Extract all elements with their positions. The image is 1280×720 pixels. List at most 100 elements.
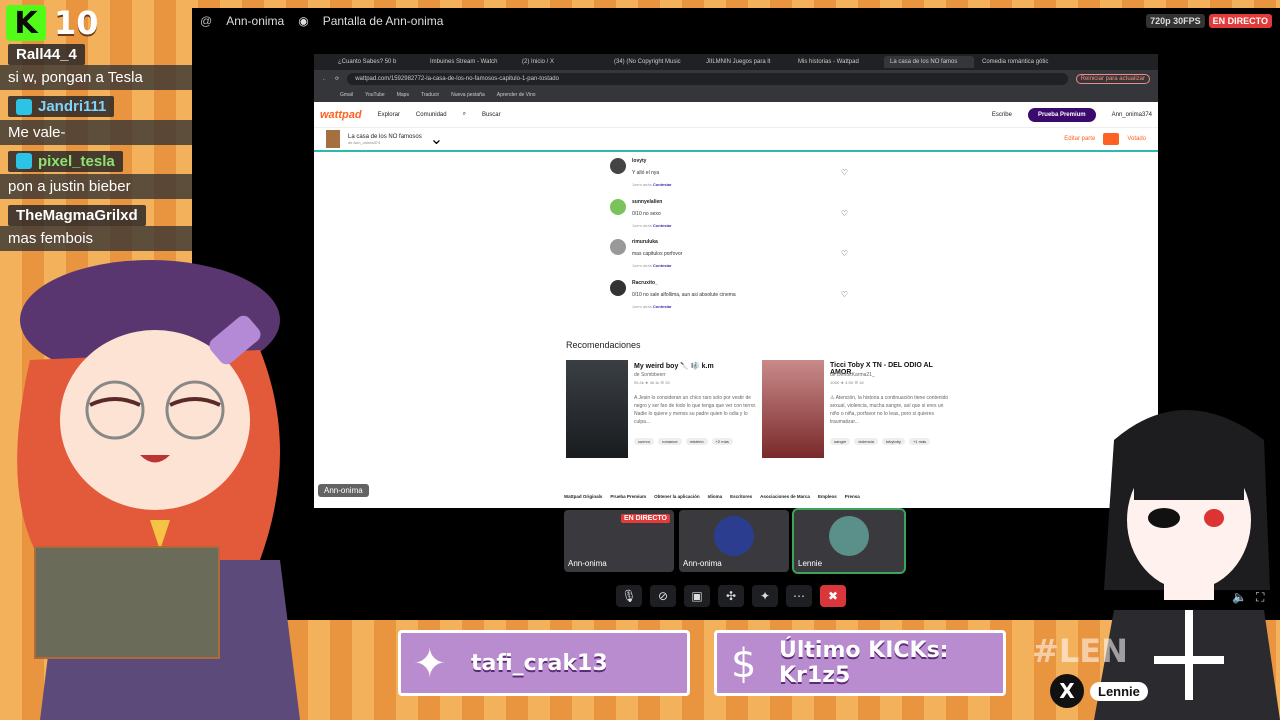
comment-text: mas capitulos porfovor — [632, 251, 683, 257]
footer-link[interactable]: Asociaciones de Marca — [760, 494, 810, 499]
avatar[interactable] — [610, 239, 626, 255]
participant-name: Ann-onima — [568, 559, 607, 568]
tag[interactable]: +1 más — [908, 438, 931, 445]
tag[interactable]: violencia — [854, 438, 878, 445]
screen-share-icon: ◉ — [298, 14, 309, 28]
edit-part-link[interactable]: Editar parte — [1064, 136, 1095, 142]
browser-tab[interactable]: ¿Cuanto Sabes? 50 b — [332, 56, 422, 68]
comment-user[interactable]: rimuruluka — [632, 239, 682, 245]
heart-icon[interactable]: ♡ — [841, 168, 848, 177]
more-icon[interactable]: ⋯ — [786, 585, 812, 607]
bookmark-item[interactable]: YouTube — [365, 92, 385, 98]
address-bar[interactable]: wattpad.com/1592982772-la-casa-de-los-no… — [347, 73, 1068, 85]
bookmark-item[interactable]: Nueva pestaña — [451, 92, 485, 98]
browser-tab[interactable]: (2) Inicio / X — [516, 56, 606, 68]
search-link[interactable]: Buscar — [482, 112, 501, 118]
footer-link[interactable]: Wattpad Originals — [564, 494, 602, 499]
recommendation-card[interactable]: Ticci Toby X TN - DEL ODIO AL AMOR de De… — [762, 360, 954, 460]
tag[interactable]: romance — [658, 438, 682, 445]
tag[interactable]: sangre — [830, 438, 851, 445]
comment-user[interactable]: sunnyelalien — [632, 199, 672, 205]
participant-tile-speaking[interactable]: Lennie — [792, 508, 906, 574]
bookmark-item[interactable]: Aprender de Vino — [497, 92, 536, 98]
comment-meta: 1sem atrás Contestar — [632, 223, 672, 228]
comment-time: 1sem atrás — [632, 263, 652, 268]
chat-user-tag: Jandri111 — [8, 96, 115, 117]
book-author[interactable]: de DetroitKarma21_ — [830, 372, 875, 378]
book-description: ⚠ Atención, la historia a continuación t… — [830, 395, 949, 425]
book-cover[interactable] — [566, 360, 628, 458]
reply-link[interactable]: Contestar — [653, 304, 672, 309]
chat-text: si w, pongan a Tesla — [0, 65, 192, 90]
footer-link[interactable]: Empleos — [818, 494, 837, 499]
footer-link[interactable]: Idioma — [708, 494, 723, 499]
browser-tab-active[interactable]: La casa de los NO famos — [884, 56, 974, 68]
social-handle: X Lennie — [1050, 674, 1148, 708]
chat-badge-icon — [16, 98, 32, 115]
hangup-button[interactable]: ✖ — [820, 585, 846, 607]
heart-icon[interactable]: ♡ — [841, 290, 848, 299]
activities-icon[interactable]: ✣ — [718, 585, 744, 607]
browser-tab[interactable]: JIILMNIN Juegos para lt — [700, 56, 790, 68]
bookmark-item[interactable]: Maps — [397, 92, 409, 98]
bookmark-item[interactable]: Gmail — [340, 92, 353, 98]
chevron-down-icon[interactable]: ⌄ — [430, 129, 443, 149]
bookmark-item[interactable]: Traducir — [421, 92, 439, 98]
premium-button[interactable]: Prueba Premium — [1027, 107, 1096, 122]
nav-community[interactable]: Comunidad — [416, 112, 447, 118]
book-cover[interactable] — [762, 360, 824, 458]
search-icon[interactable]: ⌕ — [463, 111, 466, 118]
comment: Racruxito_ 0/10 no sale alfollima, aun a… — [610, 279, 856, 321]
book-title[interactable]: My weird boy 🔪 🎼 k.m — [634, 362, 714, 370]
footer-link[interactable]: Obtener la aplicación — [654, 494, 700, 499]
nav-explore[interactable]: Explorar — [378, 112, 400, 118]
voted-button[interactable]: Votado — [1127, 136, 1146, 142]
update-button[interactable]: Reiniciar para actualizar — [1075, 74, 1150, 84]
follower-banner: ✦ tafi_crak13 — [398, 630, 690, 696]
user-menu[interactable]: Ann_onima374 — [1112, 112, 1152, 118]
back-icon[interactable]: ← — [322, 76, 327, 82]
book-author[interactable]: de Sombbeerr — [634, 372, 666, 378]
participant-tile[interactable]: EN DIRECTO Ann-onima — [564, 510, 674, 572]
book-tags: sangre violencia tobytoby +1 más — [830, 438, 931, 445]
add-button[interactable] — [1103, 133, 1120, 145]
tag[interactable]: cuervo — [634, 438, 655, 445]
tag[interactable]: tobytoby — [881, 438, 905, 445]
wattpad-logo[interactable]: wattpad — [320, 109, 362, 121]
avatar[interactable] — [610, 198, 626, 215]
footer-link[interactable]: Escritores — [730, 494, 752, 499]
nav-write[interactable]: Escribe — [992, 112, 1012, 118]
recommendation-card[interactable]: My weird boy 🔪 🎼 k.m de Sombbeerr 95,4k … — [566, 360, 758, 460]
comment-user[interactable]: Racruxito_ — [632, 280, 736, 286]
comment-text: 0/10 no sexo — [632, 210, 661, 217]
tag[interactable]: misterio — [685, 438, 708, 445]
heart-icon[interactable]: ♡ — [841, 209, 848, 218]
browser-tab[interactable]: (34) (No Copyright Music — [608, 56, 698, 68]
channel-at-icon: @ — [200, 14, 213, 28]
reply-link[interactable]: Contestar — [653, 263, 672, 268]
avatar[interactable] — [610, 279, 626, 296]
reload-icon[interactable]: ⟳ — [335, 76, 339, 82]
reply-link[interactable]: Contestar — [653, 223, 672, 228]
participant-tile[interactable]: Ann-onima — [679, 510, 789, 572]
avatar[interactable] — [610, 158, 626, 174]
browser-tab[interactable]: Mis historias - Wattpad — [792, 56, 882, 68]
kick-count: 10 — [54, 4, 99, 42]
browser-tab[interactable]: Comedia romántica gótic — [976, 56, 1066, 68]
footer-link[interactable]: Prueba Premium — [610, 494, 646, 499]
microphone-icon[interactable]: 🎙 — [616, 585, 642, 607]
tag[interactable]: +2 más — [711, 438, 733, 445]
comment-time: 1sem atrás — [632, 182, 652, 187]
channel-name[interactable]: Ann-onima — [226, 14, 284, 28]
comment-user[interactable]: lovyty — [632, 158, 672, 164]
browser-tab[interactable]: Imbuines Stream - Watch — [424, 56, 514, 68]
soundboard-icon[interactable]: ✦ — [752, 585, 778, 607]
story-title[interactable]: La casa de los NO famosos — [348, 134, 422, 140]
screen-share-icon[interactable]: ▣ — [684, 585, 710, 607]
chat-message: pixel_tesla pon a justin bieber — [0, 150, 192, 199]
banner-text: Último KICKs: Kr1z5 — [779, 638, 949, 688]
camera-off-icon[interactable]: ⊘ — [650, 585, 676, 607]
heart-icon[interactable]: ♡ — [841, 249, 848, 258]
reply-link[interactable]: Contestar — [653, 182, 672, 187]
footer-link[interactable]: Prensa — [845, 494, 860, 499]
